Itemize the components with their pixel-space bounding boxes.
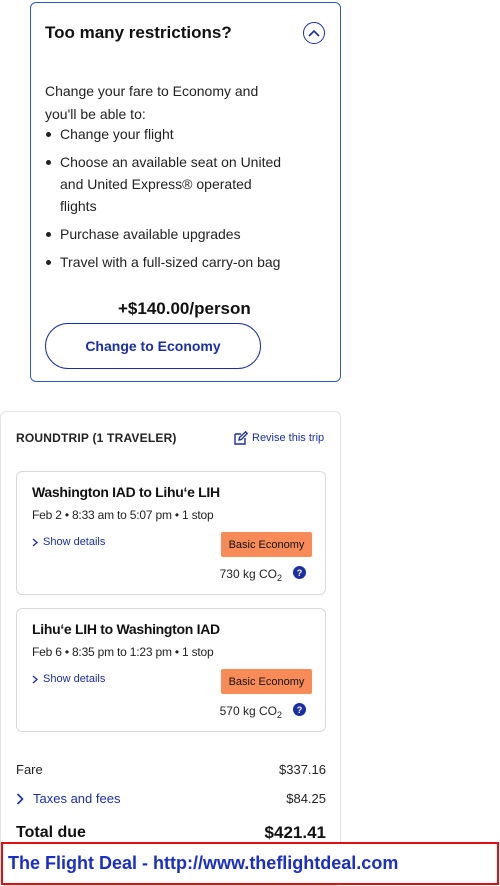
revise-trip-link[interactable]: Revise this trip [234, 431, 324, 445]
taxes-fees-toggle[interactable]: Taxes and fees [16, 791, 120, 806]
change-to-economy-button[interactable]: Change to Economy [45, 323, 261, 369]
flight-route: Lihuʻe LIH to Washington IAD [32, 621, 220, 637]
flight-segment-outbound: Washington IAD to Lihuʻe LIH Feb 2 • 8:3… [16, 471, 326, 595]
trip-summary-card: ROUNDTRIP (1 TRAVELER) Revise this trip … [0, 411, 341, 886]
total-due-label: Total due [16, 824, 86, 841]
co2-value: 730 kg CO [219, 567, 277, 581]
flight-times: Feb 2 • 8:33 am to 5:07 pm • 1 stop [32, 508, 214, 522]
co2-emissions: 570 kg CO2 [220, 704, 282, 720]
fare-restrictions-card: Too many restrictions? Change your fare … [30, 2, 341, 382]
flight-times: Feb 6 • 8:35 pm to 1:23 pm • 1 stop [32, 645, 214, 659]
benefit-item: Purchase available upgrades [45, 223, 285, 245]
taxes-row: Taxes and fees $84.25 [16, 791, 326, 806]
trip-heading: ROUNDTRIP (1 TRAVELER) [16, 431, 177, 445]
taxes-fees-value: $84.25 [286, 791, 326, 806]
show-details-label: Show details [43, 536, 106, 548]
benefit-list: Change your flight Choose an available s… [45, 123, 285, 279]
fare-value: $337.16 [279, 762, 326, 777]
fare-label: Fare [16, 762, 43, 777]
total-row: Total due $421.41 [16, 823, 326, 843]
edit-icon [234, 431, 248, 445]
co2-subscript: 2 [276, 710, 282, 720]
flight-route: Washington IAD to Lihuʻe LIH [32, 484, 220, 500]
co2-emissions: 730 kg CO2 [220, 567, 282, 583]
taxes-fees-label: Taxes and fees [33, 791, 121, 806]
revise-trip-label: Revise this trip [252, 432, 325, 444]
restrictions-title: Too many restrictions? [45, 23, 232, 42]
chevron-right-icon [32, 675, 38, 683]
total-due-value: $421.41 [264, 823, 326, 842]
help-icon[interactable]: ? [293, 703, 306, 716]
flight-segment-return: Lihuʻe LIH to Washington IAD Feb 6 • 8:3… [16, 608, 326, 732]
co2-subscript: 2 [276, 573, 282, 583]
restrictions-intro: Change your fare to Economy and you'll b… [45, 83, 259, 122]
show-details-link[interactable]: Show details [32, 673, 105, 685]
fare-row: Fare $337.16 [16, 762, 326, 777]
benefit-item: Choose an available seat on United and U… [45, 151, 285, 217]
chevron-up-icon [308, 29, 320, 37]
chevron-right-icon [32, 538, 38, 546]
show-details-label: Show details [43, 673, 106, 685]
fare-class-badge: Basic Economy [221, 669, 312, 694]
help-icon[interactable]: ? [293, 566, 306, 579]
fare-class-badge: Basic Economy [221, 532, 312, 557]
show-details-link[interactable]: Show details [32, 536, 105, 548]
watermark-banner: The Flight Deal - http://www.theflightde… [1, 842, 499, 885]
collapse-button[interactable] [303, 22, 325, 44]
benefit-item: Travel with a full-sized carry-on bag [45, 251, 285, 273]
co2-value: 570 kg CO [219, 704, 277, 718]
chevron-right-icon [16, 792, 24, 805]
benefit-item: Change your flight [45, 123, 285, 145]
upgrade-price: +$140.00/person [118, 299, 251, 318]
